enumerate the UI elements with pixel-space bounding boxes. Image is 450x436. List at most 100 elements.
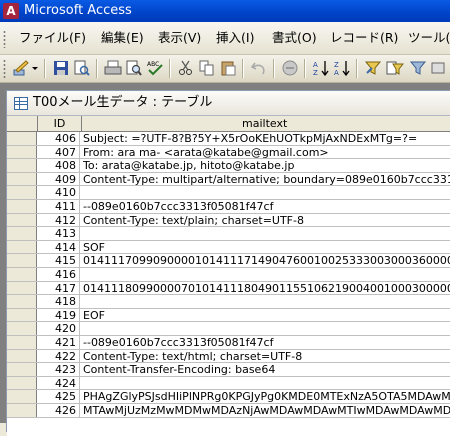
table-row[interactable]: 415 0141117099090000101411171490476001002… bbox=[7, 254, 450, 268]
print-icon[interactable] bbox=[104, 59, 122, 77]
menu-edit[interactable]: 編集(E) bbox=[101, 22, 144, 54]
cell-id[interactable]: 418 bbox=[38, 295, 80, 308]
cell-id[interactable]: 426 bbox=[38, 404, 80, 417]
table-row[interactable]: 411 --089e0160b7ccc3313f05081f47cf bbox=[7, 200, 450, 214]
copy-icon[interactable] bbox=[198, 59, 216, 77]
file-search-icon[interactable] bbox=[73, 59, 91, 77]
cell-mailtext[interactable]: 0141117099090000101411171490476001002533… bbox=[83, 254, 450, 267]
dropdown-arrow-icon[interactable] bbox=[31, 59, 39, 77]
row-selector[interactable] bbox=[7, 159, 37, 172]
row-selector[interactable] bbox=[7, 172, 37, 186]
table-window-title-bar[interactable]: T00メール生データ : テーブル bbox=[7, 91, 450, 116]
cell-id[interactable]: 415 bbox=[38, 254, 80, 267]
row-selector[interactable] bbox=[7, 145, 37, 159]
table-row[interactable]: 423 Content-Transfer-Encoding: base64 bbox=[7, 363, 450, 377]
table-row[interactable]: 413 bbox=[7, 227, 450, 241]
cell-id[interactable]: 414 bbox=[38, 240, 80, 254]
table-row[interactable]: 422 Content-Type: text/html; charset=UTF-… bbox=[7, 349, 450, 364]
cell-id[interactable]: 410 bbox=[38, 186, 80, 199]
sort-ascending-icon[interactable]: A Z bbox=[312, 59, 330, 77]
cell-id[interactable]: 421 bbox=[38, 336, 80, 349]
cell-id[interactable]: 422 bbox=[38, 349, 80, 362]
cut-icon[interactable] bbox=[177, 59, 195, 77]
table-row[interactable]: 410 bbox=[7, 186, 450, 200]
toolbar-grip-handle[interactable] bbox=[3, 59, 6, 78]
row-selector[interactable] bbox=[7, 227, 37, 240]
row-selector[interactable] bbox=[7, 200, 37, 213]
menu-grip-handle[interactable] bbox=[3, 30, 6, 48]
row-selector[interactable] bbox=[7, 295, 37, 308]
table-row[interactable]: 426 MTAwMjUzMzMwMDMwMDAzNjAwMDAwMDAwMTIwM… bbox=[7, 404, 450, 418]
sort-descending-icon[interactable]: Z A bbox=[333, 59, 351, 77]
row-selector[interactable] bbox=[7, 404, 37, 417]
row-selector[interactable] bbox=[7, 213, 37, 227]
paste-icon[interactable] bbox=[219, 59, 237, 77]
cell-id[interactable]: 411 bbox=[38, 200, 80, 213]
row-selector[interactable] bbox=[7, 390, 37, 403]
cell-mailtext[interactable]: Content-Type: text/html; charset=UTF-8 bbox=[83, 350, 450, 363]
cell-mailtext[interactable]: SOF bbox=[83, 241, 450, 254]
column-header-id[interactable]: ID bbox=[38, 116, 82, 131]
row-selector[interactable] bbox=[7, 376, 37, 390]
menu-insert[interactable]: 挿入(I) bbox=[216, 22, 254, 54]
cell-id[interactable]: 417 bbox=[38, 281, 80, 294]
row-selector[interactable] bbox=[7, 336, 37, 349]
cell-id[interactable]: 412 bbox=[38, 213, 80, 226]
cell-mailtext[interactable]: 0141118099000070101411180490115510621900… bbox=[83, 282, 450, 295]
save-icon[interactable] bbox=[52, 59, 70, 77]
menu-tools[interactable]: ツール( bbox=[408, 22, 450, 54]
table-row[interactable]: 408 To: arata@katabe.jp, hitoto@katabe.jp bbox=[7, 159, 450, 173]
cell-id[interactable]: 416 bbox=[38, 268, 80, 281]
row-selector[interactable] bbox=[7, 281, 37, 295]
row-selector[interactable] bbox=[7, 132, 37, 145]
cell-id[interactable]: 413 bbox=[38, 227, 80, 240]
cell-mailtext[interactable]: Content-Type: multipart/alternative; bou… bbox=[83, 173, 450, 186]
menu-format[interactable]: 書式(O) bbox=[272, 22, 317, 54]
menu-records[interactable]: レコード(R) bbox=[330, 22, 398, 54]
apply-filter-icon[interactable] bbox=[409, 59, 427, 77]
row-selector[interactable] bbox=[7, 186, 37, 199]
spelling-icon[interactable]: ABC bbox=[146, 59, 164, 77]
menu-view[interactable]: 表示(V) bbox=[158, 22, 201, 54]
cell-mailtext[interactable]: EOF bbox=[83, 309, 450, 322]
filter-by-form-icon[interactable] bbox=[386, 59, 404, 77]
cell-mailtext[interactable]: MTAwMjUzMzMwMDMwMDAzNjAwMDAwMDAwMTIwMDAw… bbox=[83, 404, 450, 417]
row-selector[interactable] bbox=[7, 268, 37, 281]
table-row[interactable]: 406 Subject: =?UTF-8?B?5Y+X5rOoKEhUOTkpMj… bbox=[7, 132, 450, 146]
table-row[interactable]: 419 EOF bbox=[7, 308, 450, 323]
column-header-mailtext[interactable]: mailtext bbox=[82, 116, 450, 131]
table-row[interactable]: 417 0141118099000070101411180490115510621… bbox=[7, 281, 450, 296]
table-row[interactable]: 424 bbox=[7, 376, 450, 391]
table-row[interactable]: 425 PHAgZGlyPSJsdHIiPlNPRg0KPGJyPg0KMDE0M… bbox=[7, 390, 450, 404]
cell-mailtext[interactable]: Subject: =?UTF-8?B?5Y+X5rOoKEhUOTkpMjAxN… bbox=[83, 132, 450, 145]
cell-id[interactable]: 408 bbox=[38, 159, 80, 172]
table-row[interactable]: 421 --089e0160b7ccc3313f05081f47cf bbox=[7, 336, 450, 350]
row-selector[interactable] bbox=[7, 349, 37, 363]
row-selector[interactable] bbox=[7, 254, 37, 267]
table-row[interactable]: 414 SOF bbox=[7, 240, 450, 255]
menu-file[interactable]: ファイル(F) bbox=[19, 22, 86, 54]
cell-id[interactable]: 409 bbox=[38, 172, 80, 186]
select-all-corner[interactable] bbox=[7, 116, 38, 131]
filter-by-selection-icon[interactable] bbox=[364, 59, 382, 77]
table-row[interactable]: 407 From: ara ma- <arata@katabe@gmail.com… bbox=[7, 145, 450, 160]
cell-mailtext[interactable]: To: arata@katabe.jp, hitoto@katabe.jp bbox=[83, 159, 450, 172]
cell-mailtext[interactable]: From: ara ma- <arata@katabe@gmail.com> bbox=[83, 146, 450, 159]
cell-mailtext[interactable]: --089e0160b7ccc3313f05081f47cf bbox=[83, 200, 450, 213]
cell-id[interactable]: 423 bbox=[38, 363, 80, 376]
cell-id[interactable]: 425 bbox=[38, 390, 80, 403]
table-row[interactable]: 409 Content-Type: multipart/alternative; … bbox=[7, 172, 450, 187]
cell-id[interactable]: 420 bbox=[38, 322, 80, 335]
cell-id[interactable]: 419 bbox=[38, 308, 80, 322]
cell-id[interactable]: 407 bbox=[38, 145, 80, 158]
table-row[interactable]: 416 bbox=[7, 268, 450, 282]
table-row[interactable]: 412 Content-Type: text/plain; charset=UTF… bbox=[7, 213, 450, 228]
row-selector[interactable] bbox=[7, 240, 37, 254]
row-selector[interactable] bbox=[7, 322, 37, 335]
undo-icon[interactable] bbox=[250, 59, 268, 77]
cell-id[interactable]: 424 bbox=[38, 376, 80, 390]
find-icon[interactable] bbox=[430, 59, 448, 77]
row-selector[interactable] bbox=[7, 363, 37, 376]
cell-mailtext[interactable]: --089e0160b7ccc3313f05081f47cf bbox=[83, 336, 450, 349]
hyperlink-icon[interactable] bbox=[281, 59, 299, 77]
